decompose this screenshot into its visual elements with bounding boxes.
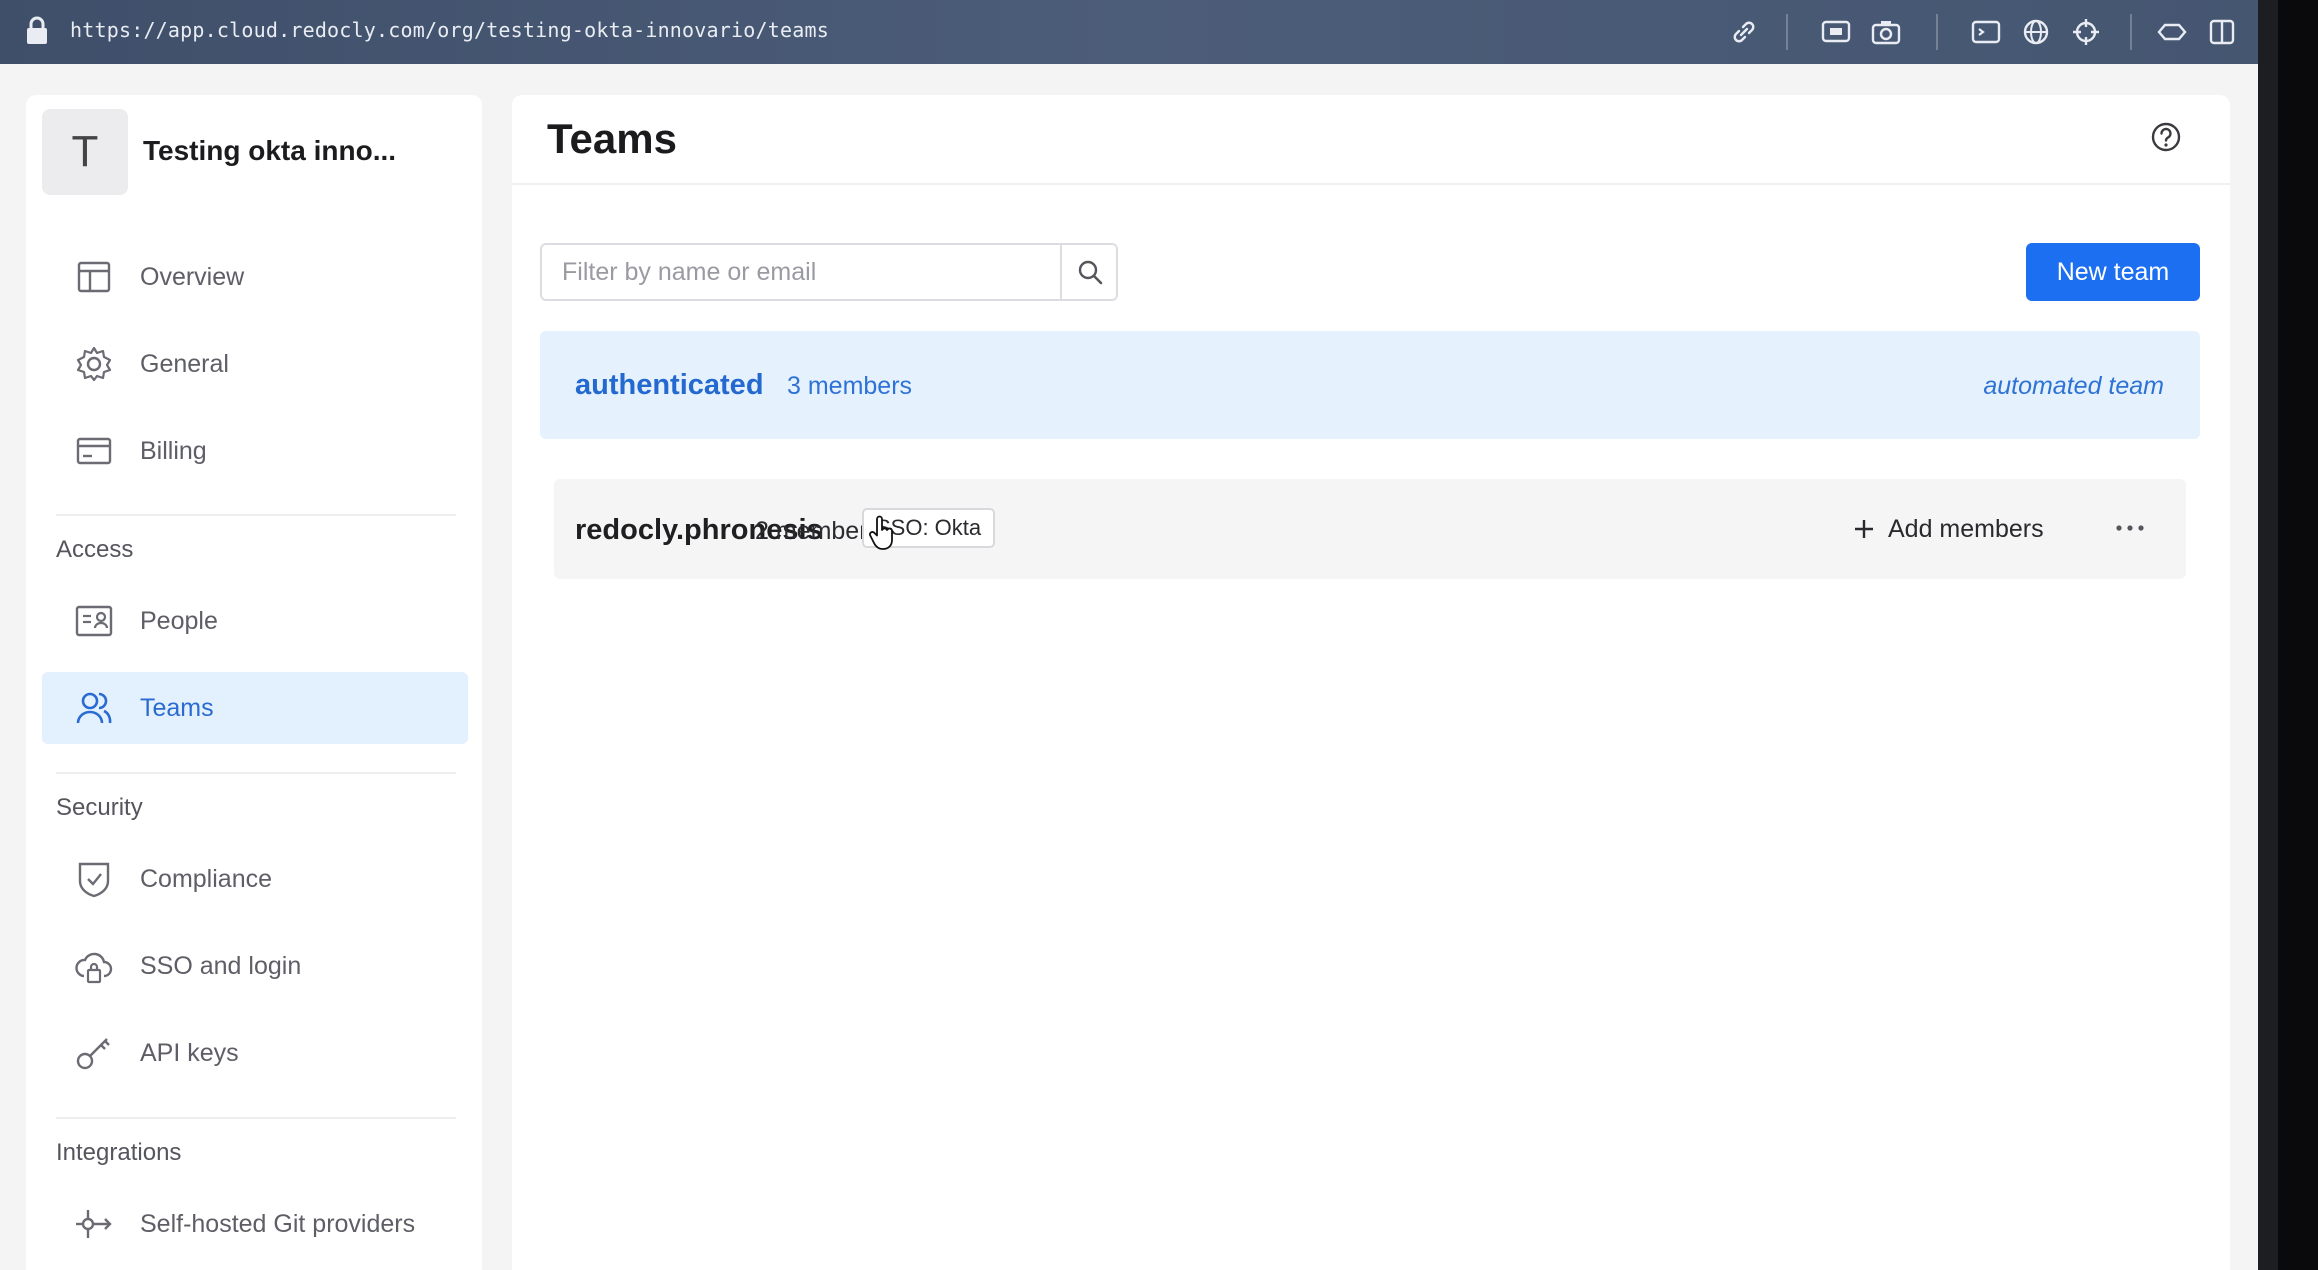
extensions-icon[interactable] xyxy=(2154,14,2190,50)
toolbar-divider xyxy=(2130,14,2132,50)
address-bar: https://app.cloud.redocly.com/org/testin… xyxy=(0,0,2258,64)
plus-icon xyxy=(1855,520,1873,538)
layout-icon xyxy=(77,261,111,293)
search-input[interactable] xyxy=(542,245,1046,299)
users-icon xyxy=(76,692,112,724)
sidebar-item-label: Overview xyxy=(140,262,245,291)
sidebar-item-overview[interactable]: Overview xyxy=(42,241,468,313)
automated-team-label: automated team xyxy=(1983,372,2164,400)
sidebar-item-label: Teams xyxy=(140,693,214,722)
sidebar-item-label: Self-hosted Git providers xyxy=(140,1209,416,1238)
new-team-button[interactable]: New team xyxy=(2026,243,2200,301)
sidebar-item-label: People xyxy=(140,606,218,635)
sidebar-item-api-keys[interactable]: API keys xyxy=(42,1017,468,1089)
search-icon xyxy=(1078,260,1103,285)
git-commit-icon xyxy=(76,1210,112,1238)
toolbar-divider xyxy=(1786,14,1788,50)
more-options-button[interactable] xyxy=(2110,513,2150,543)
sidebar-divider xyxy=(56,1117,456,1119)
id-card-icon xyxy=(75,605,113,637)
sidebar-item-people[interactable]: People xyxy=(42,585,468,657)
cloud-lock-icon xyxy=(75,952,113,984)
sidebar-item-teams[interactable]: Teams xyxy=(42,672,468,744)
team-row-authenticated[interactable]: authenticated 3 members automated team xyxy=(540,331,2200,439)
search-button[interactable] xyxy=(1060,245,1118,299)
terminal-icon[interactable] xyxy=(1968,14,2004,50)
browser-window: https://app.cloud.redocly.com/org/testin… xyxy=(0,0,2258,1270)
sidebar-item-billing[interactable]: Billing xyxy=(42,415,468,487)
window-edge xyxy=(2258,0,2278,1270)
screen-capture-icon[interactable] xyxy=(1818,14,1854,50)
section-label-integrations: Integrations xyxy=(56,1139,182,1166)
team-member-count[interactable]: 3 members xyxy=(787,372,912,401)
hand-cursor-icon xyxy=(869,515,893,550)
sidebar-divider xyxy=(56,514,456,516)
credit-card-icon xyxy=(76,437,112,465)
sidebar-item-label: General xyxy=(140,349,229,378)
add-members-label: Add members xyxy=(1888,514,2044,543)
help-icon[interactable] xyxy=(2148,119,2184,155)
main-panel: Teams New team authenticated 3 members a… xyxy=(512,95,2230,1270)
key-icon xyxy=(76,1038,110,1070)
url-text[interactable]: https://app.cloud.redocly.com/org/testin… xyxy=(70,18,829,42)
sidebar-item-label: Compliance xyxy=(140,864,273,893)
camera-icon[interactable] xyxy=(1868,14,1904,50)
globe-icon[interactable] xyxy=(2018,14,2054,50)
page-title: Teams xyxy=(547,115,677,162)
search-box xyxy=(540,243,1118,301)
split-view-icon[interactable] xyxy=(2204,14,2240,50)
toolbar-divider xyxy=(1936,14,1938,50)
lock-icon xyxy=(27,16,47,44)
org-name[interactable]: Testing okta inno... xyxy=(143,135,396,167)
sidebar-item-compliance[interactable]: Compliance xyxy=(42,843,468,915)
sidebar-item-label: SSO and login xyxy=(140,951,302,980)
org-avatar[interactable]: T xyxy=(42,109,128,195)
sidebar-item-label: API keys xyxy=(140,1038,239,1067)
add-members-button[interactable]: Add members xyxy=(1852,511,2044,547)
sidebar-item-label: Billing xyxy=(140,436,207,465)
sidebar: T Testing okta inno... Overview General … xyxy=(26,95,482,1270)
gear-icon xyxy=(76,346,112,382)
sidebar-item-self-hosted-git[interactable]: Self-hosted Git providers xyxy=(42,1188,468,1260)
sidebar-item-sso-login[interactable]: SSO and login xyxy=(42,930,468,1002)
link-icon[interactable] xyxy=(1726,14,1762,50)
sidebar-divider xyxy=(56,772,456,774)
ellipsis-icon xyxy=(2116,525,2144,531)
crosshair-icon[interactable] xyxy=(2068,14,2104,50)
desktop-background xyxy=(2278,0,2318,1270)
section-label-access: Access xyxy=(56,536,134,563)
shield-check-icon xyxy=(78,862,110,898)
team-row-redocly-phronesis[interactable]: redocly.phronesis 2 members SSO: Okta Ad… xyxy=(554,479,2186,579)
section-label-security: Security xyxy=(56,794,143,821)
sidebar-item-general[interactable]: General xyxy=(42,328,468,400)
page-header: Teams xyxy=(512,95,2230,185)
team-name[interactable]: authenticated xyxy=(575,369,764,402)
